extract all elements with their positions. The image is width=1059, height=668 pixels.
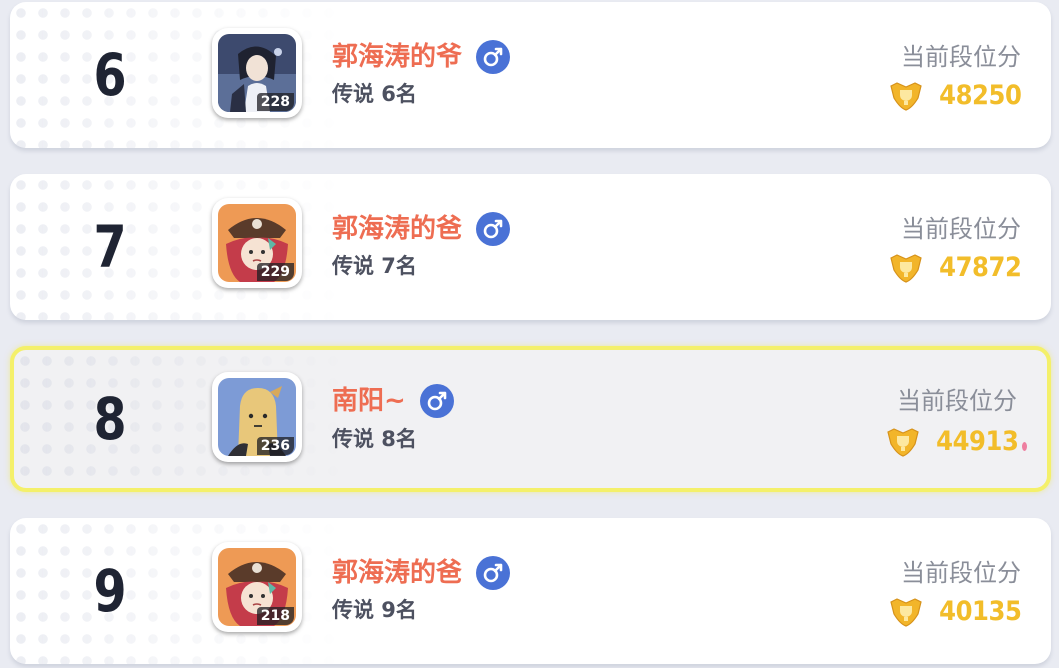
leaderboard-list: 6 228 郭海涛的爷 传说 6名 当前段位分 48250 7 229 郭海涛的… <box>0 0 1059 668</box>
male-icon <box>476 40 511 74</box>
rank-number: 9 <box>93 557 127 625</box>
trophy-badge-icon <box>889 254 922 283</box>
score-label: 当前段位分 <box>901 215 1021 243</box>
player-name[interactable]: 郭海涛的爷 <box>332 40 462 74</box>
leaderboard-row[interactable]: 6 228 郭海涛的爷 传说 6名 当前段位分 48250 <box>10 2 1051 148</box>
card-pattern <box>14 350 354 488</box>
male-icon <box>476 556 511 590</box>
rank-number: 8 <box>93 385 127 453</box>
leaderboard-row[interactable]: 7 229 郭海涛的爸 传说 7名 当前段位分 47872 <box>10 174 1051 320</box>
player-rank-title: 传说 6名 <box>332 82 417 106</box>
trophy-badge-icon <box>889 598 922 627</box>
avatar[interactable]: 218 <box>212 542 302 632</box>
rank-number: 6 <box>93 41 127 109</box>
leaderboard-row[interactable]: 9 218 郭海涛的爸 传说 9名 当前段位分 40135 <box>10 518 1051 664</box>
score-value: 40135 <box>938 596 1022 627</box>
leaderboard-row-self[interactable]: 8 236 南阳~ 传说 8名 当前段位分 44913 <box>10 346 1051 492</box>
player-name[interactable]: 南阳~ <box>332 384 406 418</box>
rank-number: 7 <box>93 213 127 281</box>
avatar[interactable]: 228 <box>212 28 302 118</box>
player-level: 228 <box>256 93 294 111</box>
score-label: 当前段位分 <box>897 387 1017 415</box>
male-icon <box>419 384 454 418</box>
score-value: 44913 <box>935 426 1019 457</box>
player-rank-title: 传说 9名 <box>332 598 417 622</box>
avatar[interactable]: 236 <box>212 372 302 462</box>
player-rank-title: 传说 8名 <box>332 427 417 451</box>
sparkle-dot <box>1022 441 1027 451</box>
player-level: 229 <box>256 263 294 281</box>
score-value: 48250 <box>938 80 1022 111</box>
player-rank-title: 传说 7名 <box>332 254 417 278</box>
player-level: 236 <box>256 437 294 455</box>
trophy-badge-icon <box>886 428 919 457</box>
player-name[interactable]: 郭海涛的爸 <box>332 212 462 246</box>
avatar[interactable]: 229 <box>212 198 302 288</box>
score-label: 当前段位分 <box>901 43 1021 71</box>
male-icon <box>476 212 511 246</box>
trophy-badge-icon <box>889 82 922 111</box>
player-name[interactable]: 郭海涛的爸 <box>332 556 462 590</box>
score-label: 当前段位分 <box>901 559 1021 587</box>
player-level: 218 <box>256 607 294 625</box>
score-value: 47872 <box>938 252 1022 283</box>
